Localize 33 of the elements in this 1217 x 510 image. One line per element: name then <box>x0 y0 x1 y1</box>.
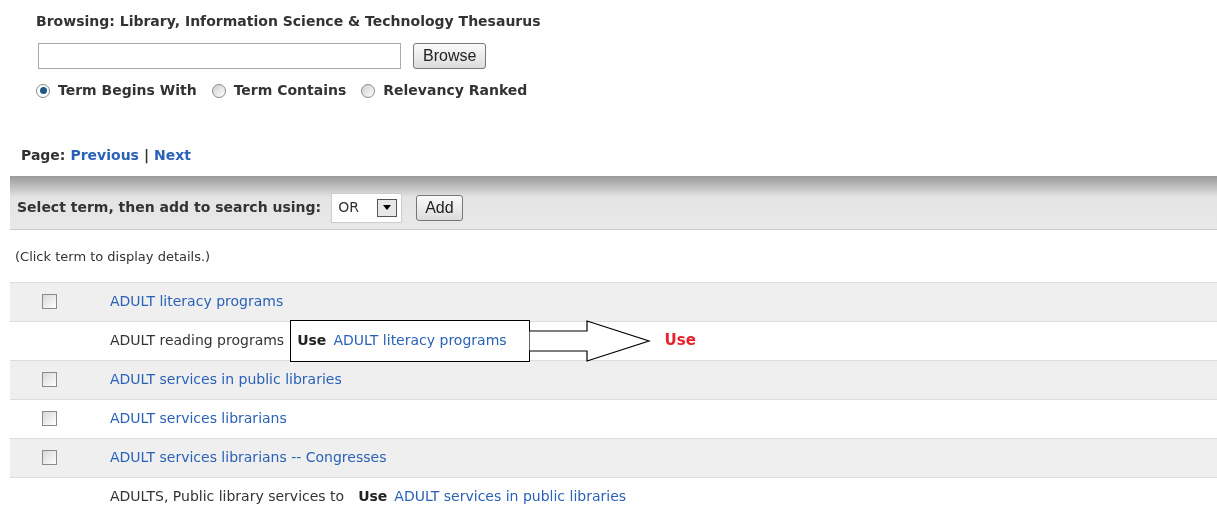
callout-label: Use <box>664 330 696 352</box>
search-field[interactable] <box>38 43 401 69</box>
add-button[interactable]: Add <box>416 194 463 221</box>
previous-link[interactable]: Previous <box>70 145 139 166</box>
pager-label: Page: <box>21 146 66 165</box>
radio-label: Term Contains <box>233 81 347 100</box>
dropdown-icon <box>377 198 398 217</box>
browse-button[interactable]: Browse <box>413 43 487 69</box>
radio-button[interactable] <box>211 83 226 98</box>
term-text: ADULT reading programs <box>110 331 285 350</box>
use-target-link[interactable]: ADULT literacy programs <box>333 330 507 351</box>
hint-text: (Click term to display details.) <box>15 248 212 266</box>
radio-button[interactable] <box>36 83 50 98</box>
pager-separator: | <box>143 146 150 166</box>
term-text: ADULTS, Public library services to <box>110 487 345 506</box>
term-link[interactable]: ADULT services in public libraries <box>110 369 342 390</box>
term-link[interactable]: ADULT services librarians <box>110 408 287 429</box>
use-target-link[interactable]: ADULT services in public libraries <box>394 486 627 507</box>
checkbox[interactable] <box>42 372 57 387</box>
term-link[interactable]: ADULT services librarians -- Congresses <box>110 447 387 468</box>
checkbox[interactable] <box>42 450 57 465</box>
radio-label: Term Begins With <box>58 81 197 100</box>
use-label: Use <box>358 487 388 506</box>
use-label: Use <box>297 331 327 350</box>
next-link[interactable]: Next <box>154 145 192 166</box>
checkbox[interactable] <box>42 411 57 426</box>
checkbox[interactable] <box>42 294 57 309</box>
operator-select[interactable]: OR <box>331 192 403 223</box>
radio-button[interactable] <box>361 83 376 98</box>
radio-label: Relevancy Ranked <box>383 81 528 100</box>
term-link[interactable]: ADULT literacy programs <box>110 291 284 312</box>
page-title: Browsing: Library, Information Science & Technology Thesaurus <box>36 12 542 31</box>
toolbar-label: Select term, then add to search using: <box>17 198 322 217</box>
